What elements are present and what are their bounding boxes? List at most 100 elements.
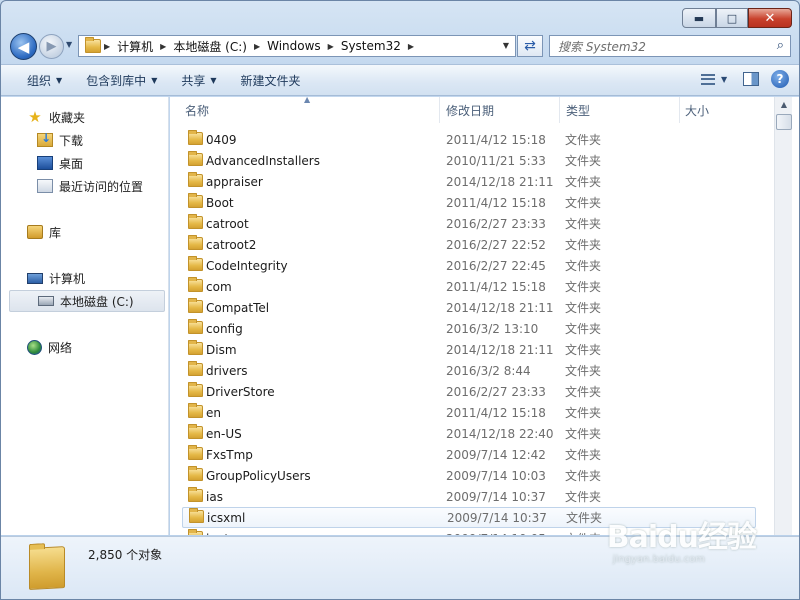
search-input[interactable]: 搜索 System32 ⌕	[549, 35, 791, 57]
scroll-up-icon[interactable]: ▲	[776, 97, 792, 113]
share-button[interactable]: 共享 ▼	[169, 67, 228, 93]
nav-desktop-label: 桌面	[59, 156, 84, 171]
vertical-scrollbar[interactable]: ▲	[774, 97, 792, 535]
file-date: 2011/4/12 15:18	[446, 132, 546, 147]
file-row[interactable]: catroot2 2016/2/27 22:52 文件夹	[170, 234, 774, 255]
folder-icon	[189, 508, 204, 523]
column-size-label: 大小	[685, 103, 710, 118]
chevron-down-icon: ▼	[151, 75, 158, 85]
maximize-button[interactable]: □	[716, 8, 748, 28]
forward-button[interactable]: ▶	[39, 34, 64, 59]
nav-computer[interactable]: 计算机	[1, 267, 165, 289]
chevron-down-icon: ▼	[721, 74, 728, 84]
file-row[interactable]: DriverStore 2016/2/27 23:33 文件夹	[170, 381, 774, 402]
file-row[interactable]: GroupPolicyUsers 2009/7/14 10:03 文件夹	[170, 465, 774, 486]
file-row[interactable]: catroot 2016/2/27 23:33 文件夹	[170, 213, 774, 234]
refresh-button[interactable]: ⇄	[517, 35, 543, 57]
desktop-icon	[37, 156, 53, 170]
search-icon[interactable]: ⌕	[777, 38, 784, 53]
watermark-brand: Baidu经验	[606, 520, 757, 555]
file-row[interactable]: Boot 2011/4/12 15:18 文件夹	[170, 192, 774, 213]
folder-icon	[188, 340, 203, 355]
file-name: catroot2	[206, 237, 257, 252]
file-row[interactable]: ias 2009/7/14 10:37 文件夹	[170, 486, 774, 507]
file-name: en	[206, 405, 221, 420]
view-controls: ▼ ?	[701, 69, 789, 89]
file-date: 2009/7/14 10:37	[447, 510, 547, 525]
nav-libraries[interactable]: 库	[1, 221, 165, 243]
file-type: 文件夹	[565, 301, 602, 315]
breadcrumb-local-disk[interactable]: 本地磁盘 (C:)	[169, 36, 251, 56]
column-header-name[interactable]: 名称 ▲	[170, 97, 440, 123]
file-row[interactable]: CompatTel 2014/12/18 21:11 文件夹	[170, 297, 774, 318]
include-in-library-label: 包含到库中	[86, 73, 147, 88]
breadcrumb-separator-icon[interactable]: ▶	[157, 42, 169, 51]
file-row[interactable]: AdvancedInstallers 2010/11/21 5:33 文件夹	[170, 150, 774, 171]
organize-button[interactable]: 组织 ▼	[15, 67, 74, 93]
file-row[interactable]: 0409 2011/4/12 15:18 文件夹	[170, 129, 774, 150]
file-name: CompatTel	[206, 300, 270, 315]
recent-pages-dropdown[interactable]: ▼	[66, 40, 72, 49]
scrollbar-thumb[interactable]	[776, 114, 792, 130]
breadcrumb-system32[interactable]: System32	[337, 36, 405, 56]
file-name: catroot	[206, 216, 249, 231]
change-view-button[interactable]: ▼	[701, 69, 731, 89]
close-button[interactable]: ✕	[748, 8, 792, 28]
file-row[interactable]: drivers 2016/3/2 8:44 文件夹	[170, 360, 774, 381]
column-header-date[interactable]: 修改日期	[440, 97, 560, 123]
new-folder-button[interactable]: 新建文件夹	[229, 67, 313, 93]
address-dropdown-icon[interactable]: ▼	[503, 41, 509, 50]
new-folder-label: 新建文件夹	[240, 73, 301, 88]
downloads-folder-icon	[37, 131, 53, 147]
file-type: 文件夹	[565, 406, 602, 420]
breadcrumb-separator-icon[interactable]: ▶	[325, 42, 337, 51]
column-header-size[interactable]: 大小	[680, 97, 774, 123]
folder-icon	[188, 445, 203, 460]
breadcrumb-separator-icon[interactable]: ▶	[405, 42, 417, 51]
help-button[interactable]: ?	[771, 70, 789, 88]
nav-network[interactable]: 网络	[1, 336, 165, 358]
file-row[interactable]: en 2011/4/12 15:18 文件夹	[170, 402, 774, 423]
breadcrumb-separator-icon[interactable]: ▶	[251, 42, 263, 51]
file-row[interactable]: appraiser 2014/12/18 21:11 文件夹	[170, 171, 774, 192]
file-row[interactable]: config 2016/3/2 13:10 文件夹	[170, 318, 774, 339]
file-row[interactable]: FxsTmp 2009/7/14 12:42 文件夹	[170, 444, 774, 465]
nav-downloads[interactable]: 下载	[1, 129, 165, 151]
folder-icon	[188, 151, 203, 166]
organize-label: 组织	[27, 73, 52, 88]
nav-libraries-label: 库	[49, 225, 62, 240]
back-button[interactable]: ◀	[10, 33, 37, 60]
column-header-type[interactable]: 类型	[560, 97, 680, 123]
file-row[interactable]: CodeIntegrity 2016/2/27 22:45 文件夹	[170, 255, 774, 276]
folder-icon	[188, 214, 203, 229]
breadcrumb-windows[interactable]: Windows	[263, 36, 325, 56]
file-date: 2010/11/21 5:33	[446, 153, 546, 168]
file-type: 文件夹	[565, 133, 602, 147]
file-date: 2014/12/18 22:40	[446, 426, 554, 441]
star-icon: ★	[28, 108, 42, 126]
file-date: 2016/2/27 22:52	[446, 237, 546, 252]
nav-desktop[interactable]: 桌面	[1, 152, 165, 174]
refresh-icon: ⇄	[524, 38, 536, 54]
breadcrumb-computer[interactable]: 计算机	[113, 36, 157, 56]
include-in-library-button[interactable]: 包含到库中 ▼	[74, 67, 169, 93]
folder-icon	[188, 361, 203, 376]
file-row[interactable]: com 2011/4/12 15:18 文件夹	[170, 276, 774, 297]
file-type: 文件夹	[565, 530, 601, 535]
chevron-down-icon: ▼	[210, 75, 217, 85]
folder-icon	[188, 172, 203, 187]
right-gutter	[792, 97, 799, 535]
library-icon	[27, 225, 43, 239]
file-row[interactable]: Dism 2014/12/18 21:11 文件夹	[170, 339, 774, 360]
watermark: Baidu经验 jingyan.baidu.com	[606, 512, 757, 565]
address-bar[interactable]: ▶ 计算机 ▶ 本地磁盘 (C:) ▶ Windows ▶ System32 ▶…	[78, 35, 516, 57]
nav-favorites[interactable]: ★ 收藏夹	[1, 106, 165, 128]
preview-pane-button[interactable]	[743, 72, 759, 86]
nav-recent-places[interactable]: 最近访问的位置	[1, 175, 165, 197]
folder-icon	[85, 37, 101, 53]
minimize-button[interactable]: ▬	[682, 8, 716, 28]
file-row[interactable]: en-US 2014/12/18 22:40 文件夹	[170, 423, 774, 444]
nav-local-disk[interactable]: 本地磁盘 (C:)	[9, 290, 165, 312]
breadcrumb-separator-icon[interactable]: ▶	[101, 42, 113, 51]
column-type-label: 类型	[566, 103, 591, 118]
